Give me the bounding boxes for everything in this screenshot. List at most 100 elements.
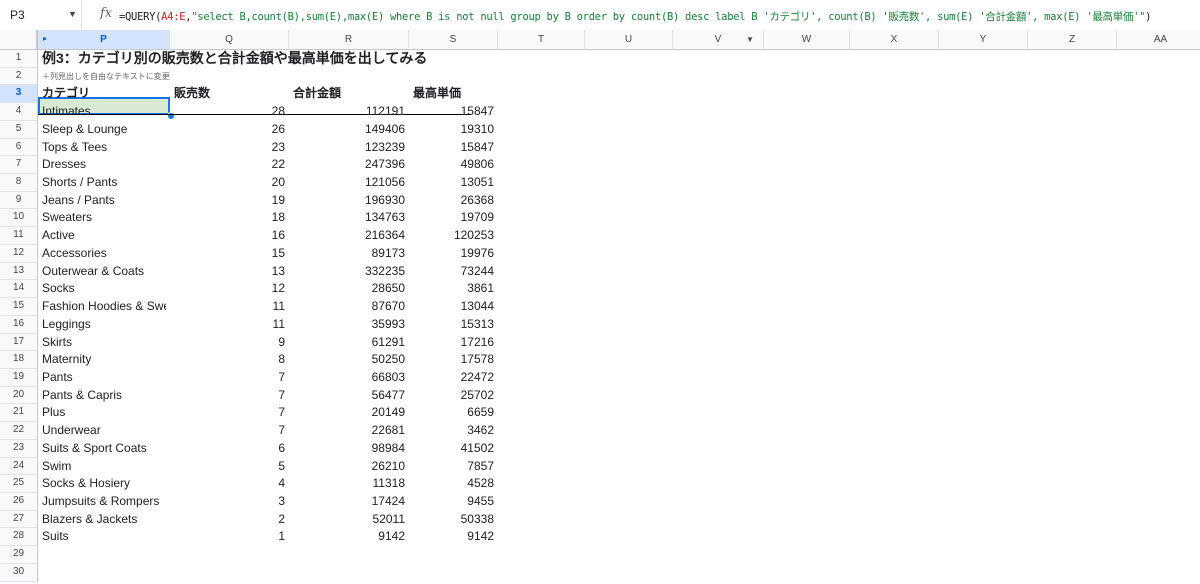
category-cell[interactable]: Fashion Hoodies & Sweat: [42, 298, 166, 316]
count-cell[interactable]: 3: [174, 493, 285, 511]
count-cell[interactable]: 8: [174, 351, 285, 369]
category-cell[interactable]: Accessories: [42, 245, 166, 263]
max-price-cell[interactable]: 17578: [413, 351, 494, 369]
column-header-y[interactable]: Y: [939, 30, 1028, 50]
total-cell[interactable]: 17424: [293, 493, 405, 511]
max-price-cell[interactable]: 13044: [413, 298, 494, 316]
column-header-z[interactable]: Z: [1028, 30, 1117, 50]
total-cell[interactable]: 87670: [293, 298, 405, 316]
row-header-30[interactable]: 30: [0, 563, 38, 582]
row-header-4[interactable]: 4: [0, 103, 38, 121]
max-price-cell[interactable]: 22472: [413, 369, 494, 387]
row-header-20[interactable]: 20: [0, 386, 38, 405]
row-header-6[interactable]: 6: [0, 138, 38, 157]
count-cell[interactable]: 12: [174, 280, 285, 298]
max-price-cell[interactable]: 9455: [413, 493, 494, 511]
category-cell[interactable]: Sweaters: [42, 209, 166, 227]
row-header-29[interactable]: 29: [0, 546, 38, 564]
row-header-23[interactable]: 23: [0, 439, 38, 458]
category-cell[interactable]: Shorts / Pants: [42, 174, 166, 192]
count-cell[interactable]: 7: [174, 404, 285, 422]
category-cell[interactable]: Suits & Sport Coats: [42, 440, 166, 458]
formula-input[interactable]: =QUERY(A4:E,"select B,count(B),sum(E),ma…: [119, 9, 1151, 24]
row-header-21[interactable]: 21: [0, 404, 38, 423]
row-header-10[interactable]: 10: [0, 209, 38, 228]
count-cell[interactable]: 4: [174, 475, 285, 493]
total-cell[interactable]: 216364: [293, 227, 405, 245]
total-cell[interactable]: 11318: [293, 475, 405, 493]
chevron-down-icon[interactable]: ▼: [746, 35, 754, 44]
row-header-24[interactable]: 24: [0, 457, 38, 476]
category-cell[interactable]: Suits: [42, 528, 166, 546]
column-label-0[interactable]: カテゴリ: [42, 85, 166, 103]
row-header-9[interactable]: 9: [0, 191, 38, 210]
max-price-cell[interactable]: 19976: [413, 245, 494, 263]
chevron-right-icon[interactable]: ▸: [43, 34, 47, 43]
max-price-cell[interactable]: 17216: [413, 334, 494, 352]
total-cell[interactable]: 22681: [293, 422, 405, 440]
total-cell[interactable]: 20149: [293, 404, 405, 422]
chevron-down-icon[interactable]: ▼: [68, 9, 77, 19]
category-cell[interactable]: Outerwear & Coats: [42, 263, 166, 281]
row-header-2[interactable]: 2: [0, 67, 38, 86]
row-header-14[interactable]: 14: [0, 280, 38, 299]
max-price-cell[interactable]: 41502: [413, 440, 494, 458]
max-price-cell[interactable]: 7857: [413, 458, 494, 476]
count-cell[interactable]: 15: [174, 245, 285, 263]
row-header-18[interactable]: 18: [0, 351, 38, 369]
total-cell[interactable]: 112191: [293, 103, 405, 121]
select-all-corner[interactable]: [0, 30, 38, 50]
count-cell[interactable]: 5: [174, 458, 285, 476]
count-cell[interactable]: 19: [174, 192, 285, 210]
category-cell[interactable]: Swim: [42, 458, 166, 476]
row-header-22[interactable]: 22: [0, 422, 38, 440]
count-cell[interactable]: 1: [174, 528, 285, 546]
max-price-cell[interactable]: 6659: [413, 404, 494, 422]
column-label-2[interactable]: 合計金額: [293, 85, 405, 103]
count-cell[interactable]: 22: [174, 156, 285, 174]
max-price-cell[interactable]: 50338: [413, 511, 494, 529]
category-cell[interactable]: Active: [42, 227, 166, 245]
column-header-w[interactable]: W: [764, 30, 850, 50]
category-cell[interactable]: Plus: [42, 404, 166, 422]
count-cell[interactable]: 2: [174, 511, 285, 529]
column-header-aa[interactable]: AA: [1117, 30, 1200, 50]
row-header-8[interactable]: 8: [0, 174, 38, 192]
column-header-q[interactable]: Q: [170, 30, 289, 50]
count-cell[interactable]: 20: [174, 174, 285, 192]
count-cell[interactable]: 13: [174, 263, 285, 281]
max-price-cell[interactable]: 15847: [413, 103, 494, 121]
total-cell[interactable]: 247396: [293, 156, 405, 174]
max-price-cell[interactable]: 9142: [413, 528, 494, 546]
count-cell[interactable]: 26: [174, 121, 285, 139]
count-cell[interactable]: 28: [174, 103, 285, 121]
total-cell[interactable]: 50250: [293, 351, 405, 369]
max-price-cell[interactable]: 120253: [413, 227, 494, 245]
total-cell[interactable]: 121056: [293, 174, 405, 192]
count-cell[interactable]: 18: [174, 209, 285, 227]
row-header-1[interactable]: 1: [0, 50, 38, 68]
row-header-7[interactable]: 7: [0, 156, 38, 175]
max-price-cell[interactable]: 19310: [413, 121, 494, 139]
total-cell[interactable]: 196930: [293, 192, 405, 210]
column-label-3[interactable]: 最高単価: [413, 85, 494, 103]
category-cell[interactable]: Skirts: [42, 334, 166, 352]
column-header-u[interactable]: U: [585, 30, 673, 50]
column-header-r[interactable]: R: [289, 30, 409, 50]
row-header-27[interactable]: 27: [0, 510, 38, 529]
max-price-cell[interactable]: 73244: [413, 263, 494, 281]
max-price-cell[interactable]: 15313: [413, 316, 494, 334]
row-header-3[interactable]: 3: [0, 85, 38, 104]
total-cell[interactable]: 52011: [293, 511, 405, 529]
row-header-28[interactable]: 28: [0, 528, 38, 547]
total-cell[interactable]: 26210: [293, 458, 405, 476]
category-cell[interactable]: Socks: [42, 280, 166, 298]
max-price-cell[interactable]: 3861: [413, 280, 494, 298]
category-cell[interactable]: Tops & Tees: [42, 139, 166, 157]
count-cell[interactable]: 23: [174, 139, 285, 157]
total-cell[interactable]: 61291: [293, 334, 405, 352]
row-header-12[interactable]: 12: [0, 244, 38, 263]
row-header-17[interactable]: 17: [0, 333, 38, 352]
total-cell[interactable]: 28650: [293, 280, 405, 298]
max-price-cell[interactable]: 4528: [413, 475, 494, 493]
